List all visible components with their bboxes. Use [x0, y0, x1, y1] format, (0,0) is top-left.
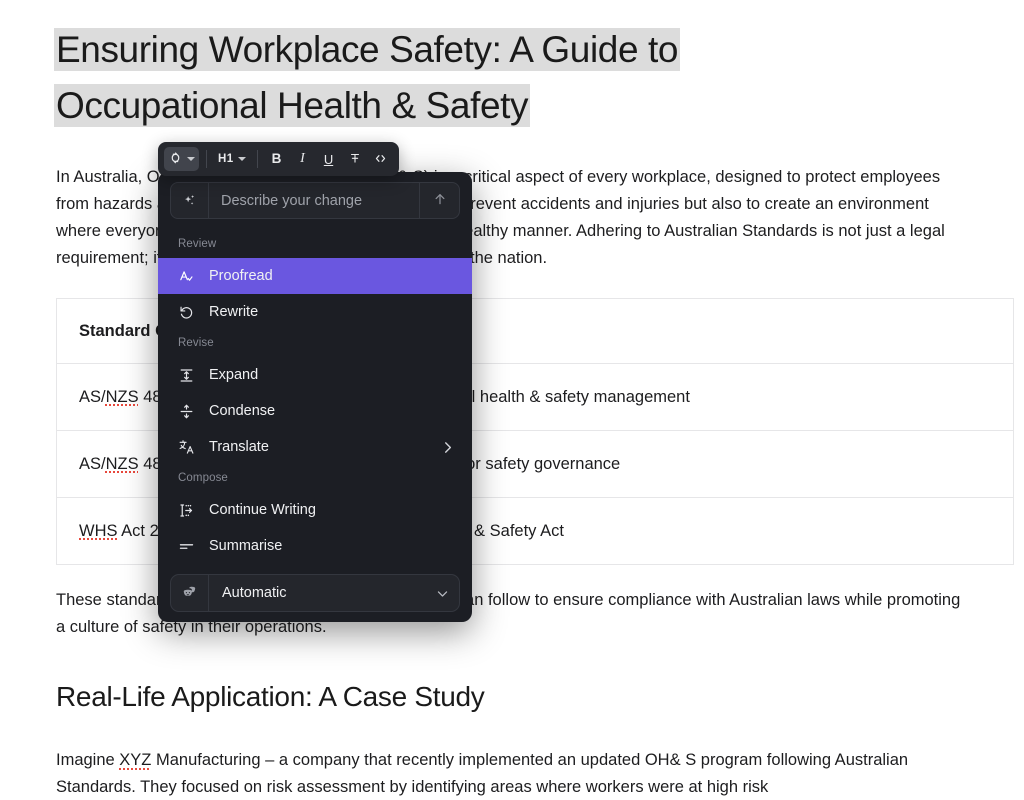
chevron-down-icon — [238, 157, 246, 161]
ai-prompt-row: Describe your change — [170, 182, 460, 219]
chevron-down-icon[interactable] — [425, 575, 459, 611]
ai-prompt-placeholder: Describe your change — [221, 193, 362, 209]
sparkles-icon — [171, 183, 209, 218]
toolbar-divider — [257, 150, 258, 168]
paragraph-case-study[interactable]: Imagine XYZ Manufacturing – a company th… — [56, 747, 961, 800]
code-button[interactable] — [369, 147, 393, 171]
ai-actions-panel: Describe your change Review Proofread — [158, 172, 472, 622]
page-title-line-2: Occupational Health & Safety — [56, 84, 528, 127]
toolbar-divider — [206, 150, 207, 168]
italic-button[interactable]: I — [291, 147, 315, 171]
translate-icon — [178, 439, 195, 456]
menu-item-label: Condense — [209, 403, 456, 419]
arrow-up-icon — [432, 191, 448, 211]
chevron-down-icon — [187, 157, 195, 161]
bold-button[interactable]: B — [265, 147, 289, 171]
menu-item-label: Rewrite — [209, 304, 456, 320]
group-label-revise: Revise — [158, 330, 472, 357]
menu-item-label: Expand — [209, 367, 456, 383]
menu-item-label: Translate — [209, 439, 425, 455]
floating-format-toolbar: H1 B I U — [158, 142, 399, 176]
condense-vertical-icon — [178, 403, 195, 420]
rotate-ccw-icon — [178, 304, 195, 321]
menu-item-label: Summarise — [209, 538, 456, 554]
block-style-selector[interactable]: H1 — [214, 147, 250, 171]
strikethrough-button[interactable] — [343, 147, 367, 171]
letter-a-check-icon — [178, 268, 195, 285]
tone-selector-value: Automatic — [209, 575, 425, 611]
expand-vertical-icon — [178, 367, 195, 384]
group-label-review: Review — [158, 231, 472, 258]
menu-item-expand[interactable]: Expand — [158, 357, 472, 393]
speech-bubble-refresh-icon — [168, 151, 183, 168]
bold-icon: B — [272, 152, 282, 166]
tone-selector[interactable]: Automatic — [170, 574, 460, 612]
ai-prompt-input[interactable]: Describe your change — [209, 183, 419, 218]
section-heading-case-study[interactable]: Real-Life Application: A Case Study — [56, 677, 990, 717]
menu-item-rewrite[interactable]: Rewrite — [158, 294, 472, 330]
menu-item-proofread[interactable]: Proofread — [158, 258, 472, 294]
code-icon — [373, 151, 388, 168]
ai-assist-button[interactable] — [164, 147, 199, 171]
underline-button[interactable]: U — [317, 147, 341, 171]
paragraph-case-study-text: Imagine XYZ Manufacturing – a company th… — [56, 751, 908, 796]
ai-prompt-submit-button[interactable] — [419, 183, 459, 218]
underline-icon: U — [324, 153, 333, 166]
strikethrough-icon — [348, 151, 362, 167]
block-style-label: H1 — [218, 153, 234, 165]
italic-icon: I — [300, 152, 305, 166]
menu-item-summarise[interactable]: Summarise — [158, 528, 472, 564]
continue-writing-icon — [178, 502, 195, 519]
document-editor-canvas: Ensuring Workplace Safety: A Guide to Oc… — [0, 0, 1024, 800]
page-title-line-1: Ensuring Workplace Safety: A Guide to — [56, 28, 678, 71]
theater-masks-icon — [171, 575, 209, 611]
menu-item-condense[interactable]: Condense — [158, 393, 472, 429]
menu-item-label: Continue Writing — [209, 502, 456, 518]
menu-item-continue-writing[interactable]: Continue Writing — [158, 492, 472, 528]
menu-item-label: Proofread — [209, 268, 456, 284]
summarise-lines-icon — [178, 538, 195, 555]
group-label-compose: Compose — [158, 465, 472, 492]
menu-item-translate[interactable]: Translate — [158, 429, 472, 465]
page-title[interactable]: Ensuring Workplace Safety: A Guide to Oc… — [56, 22, 816, 134]
document-content: Ensuring Workplace Safety: A Guide to Oc… — [0, 0, 1024, 800]
chevron-right-icon — [439, 439, 456, 456]
